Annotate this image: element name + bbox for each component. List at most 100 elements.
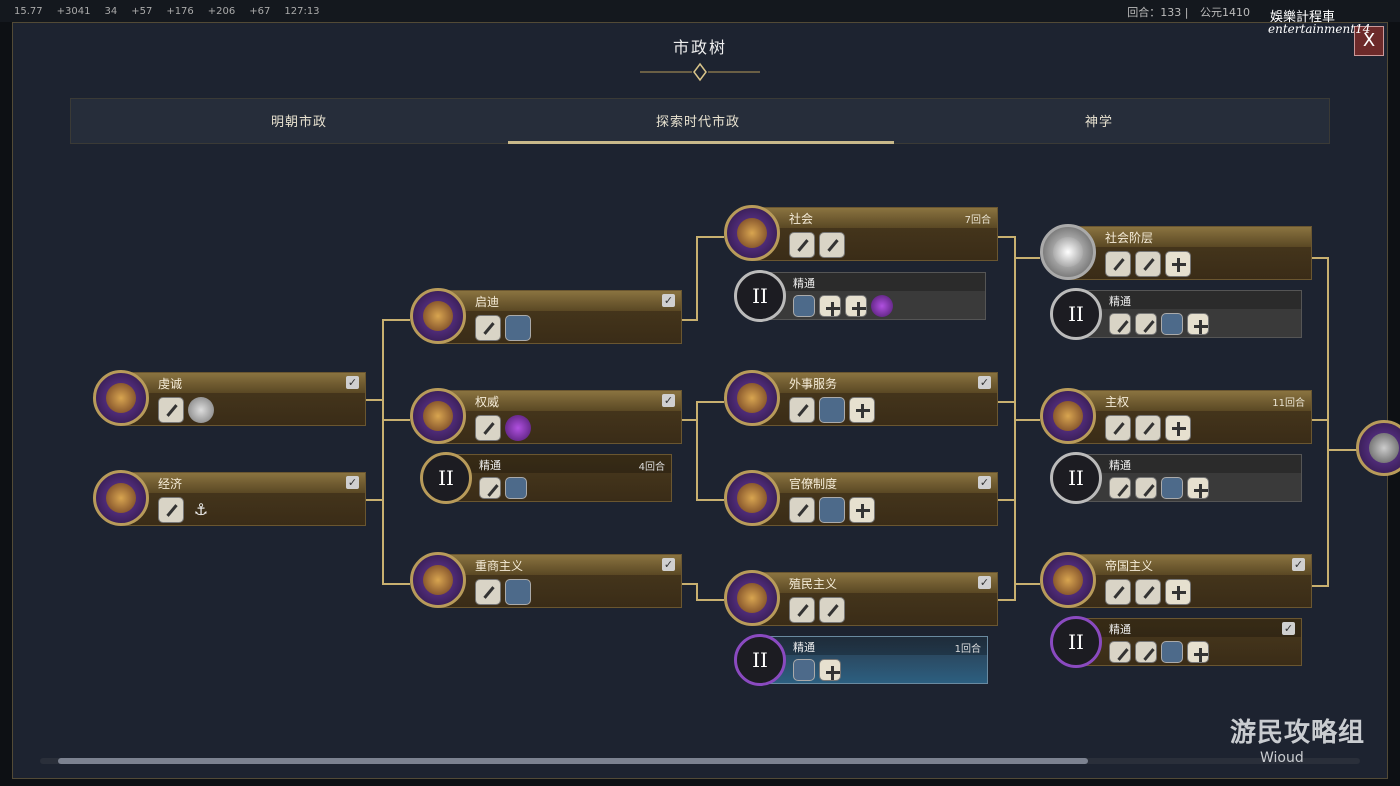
quill-icon: [1135, 477, 1157, 499]
building-icon: [1161, 477, 1183, 499]
plus-icon: [849, 397, 875, 423]
node-name: 虔诚: [158, 377, 183, 391]
plus-icon: [1187, 641, 1209, 663]
node-name: 社会: [789, 212, 814, 226]
plus-icon: [819, 295, 841, 317]
quill-icon: [789, 232, 815, 258]
node-name: 主权: [1105, 395, 1130, 409]
mastery-name: 精通: [793, 641, 815, 654]
building-icon: [505, 315, 531, 341]
building-icon: [1161, 641, 1183, 663]
mastery-name: 精通: [479, 459, 501, 472]
social-class-icon: [1040, 224, 1096, 280]
plus-icon: [1165, 251, 1191, 277]
colonialism-icon: [724, 570, 780, 626]
building-icon: [819, 397, 845, 423]
quill-icon: [158, 397, 184, 423]
building-icon: [819, 497, 845, 523]
node-name: 社会阶层: [1105, 231, 1154, 245]
quill-icon: [1135, 313, 1157, 335]
quill-icon: [819, 232, 845, 258]
enlightenment-icon: [410, 288, 466, 344]
mastery-badge: II: [1050, 288, 1102, 340]
quill-icon: [479, 477, 501, 499]
node-name: 权威: [475, 395, 500, 409]
node-name: 重商主义: [475, 559, 524, 573]
node-name: 官僚制度: [789, 477, 838, 491]
scrollbar-thumb[interactable]: [58, 758, 1088, 764]
mastery-badge: II: [1050, 616, 1102, 668]
building-icon: [505, 477, 527, 499]
quill-icon: [475, 315, 501, 341]
horizontal-scrollbar[interactable]: [40, 758, 1360, 764]
quill-icon: [1109, 313, 1131, 335]
mercantilism-icon: [410, 552, 466, 608]
turns-remaining: 4回合: [638, 462, 665, 473]
completed-check-icon: ✓: [346, 476, 359, 489]
unit-icon: ⚓: [193, 500, 209, 519]
bell-icon: [188, 397, 214, 423]
turns-remaining: 1回合: [954, 644, 981, 655]
completed-check-icon: ✓: [662, 394, 675, 407]
plus-icon: [849, 497, 875, 523]
building-icon: [1161, 313, 1183, 335]
quill-icon: [789, 497, 815, 523]
quill-icon: [1109, 477, 1131, 499]
mastery-badge: II: [420, 452, 472, 504]
mastery-badge: II: [734, 634, 786, 686]
plus-icon: [819, 659, 841, 681]
mastery-name: 精通: [1109, 623, 1131, 636]
imperialism-icon: [1040, 552, 1096, 608]
society-icon: [724, 205, 780, 261]
economics-icon: [93, 470, 149, 526]
quill-icon: [1109, 641, 1131, 663]
plus-icon: [1165, 579, 1191, 605]
piety-icon: [93, 370, 149, 426]
completed-check-icon: ✓: [1292, 558, 1305, 571]
quill-icon: [475, 579, 501, 605]
mastery-name: 精通: [1109, 295, 1131, 308]
quill-icon: [1105, 579, 1131, 605]
authority-icon: [410, 388, 466, 444]
node-name: 殖民主义: [789, 577, 838, 591]
watermark-bottom-right-en: Wioud: [1260, 750, 1304, 766]
completed-check-icon: ✓: [662, 558, 675, 571]
purple-orb-icon: [871, 295, 893, 317]
plus-icon: [1187, 477, 1209, 499]
completed-check-icon: ✓: [1282, 622, 1295, 635]
quill-icon: [1135, 415, 1161, 441]
mastery-name: 精通: [793, 277, 815, 290]
civic-node-next-partial[interactable]: [1356, 420, 1400, 480]
plus-icon: [1165, 415, 1191, 441]
mastery-badge: II: [734, 270, 786, 322]
completed-check-icon: ✓: [662, 294, 675, 307]
completed-check-icon: ✓: [978, 476, 991, 489]
quill-icon: [158, 497, 184, 523]
building-icon: [505, 579, 531, 605]
mastery-name: 精通: [1109, 459, 1131, 472]
quill-icon: [475, 415, 501, 441]
building-icon: [793, 295, 815, 317]
turns-remaining: 11回合: [1272, 398, 1305, 409]
quill-icon: [1135, 641, 1157, 663]
node-name: 帝国主义: [1105, 559, 1154, 573]
quill-icon: [1105, 415, 1131, 441]
node-name: 启迪: [475, 295, 500, 309]
completed-check-icon: ✓: [978, 576, 991, 589]
quill-icon: [1135, 251, 1161, 277]
turns-remaining: 7回合: [964, 215, 991, 226]
node-name: 经济: [158, 477, 183, 491]
mastery-badge: II: [1050, 452, 1102, 504]
quill-icon: [819, 597, 845, 623]
plus-icon: [1187, 313, 1209, 335]
purple-orb-icon: [505, 415, 531, 441]
bureaucracy-icon: [724, 470, 780, 526]
quill-icon: [1105, 251, 1131, 277]
node-name: 外事服务: [789, 377, 838, 391]
quill-icon: [789, 597, 815, 623]
next-civic-icon: [1356, 420, 1400, 476]
completed-check-icon: ✓: [978, 376, 991, 389]
quill-icon: [1135, 579, 1161, 605]
sovereignty-icon: [1040, 388, 1096, 444]
quill-icon: [789, 397, 815, 423]
